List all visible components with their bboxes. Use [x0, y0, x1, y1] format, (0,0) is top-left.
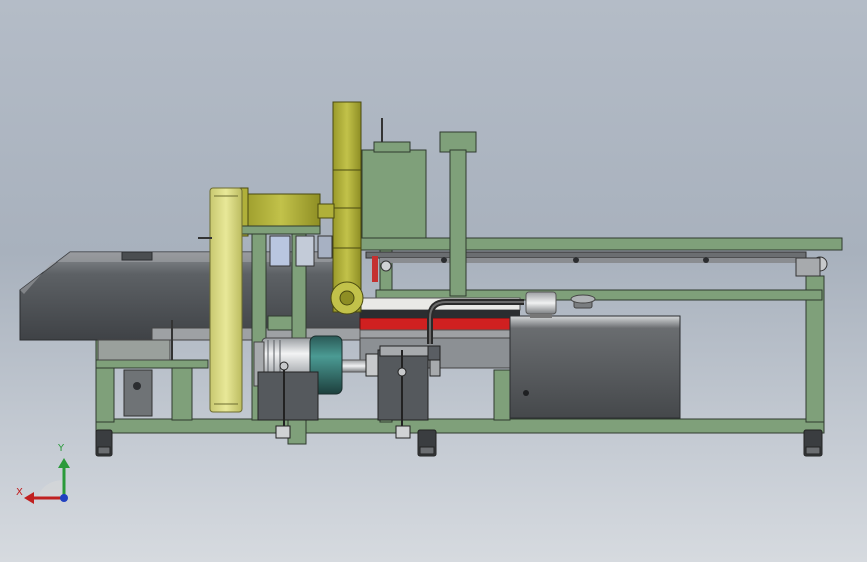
axis-x-arrow: [24, 492, 34, 504]
axis-y-arrow: [58, 458, 70, 468]
axis-y-label: Y: [58, 443, 65, 454]
upper-conveyor-beam: [359, 237, 843, 251]
axis-z-dot: [60, 494, 68, 502]
column-assembly: [361, 118, 477, 297]
cad-viewport[interactable]: Y X: [0, 0, 867, 562]
machine-assembly-drawing: [19, 101, 843, 504]
axis-x-label: X: [16, 487, 23, 498]
olive-belt-column: [330, 101, 364, 315]
axis-triad-icon: [24, 458, 70, 504]
base-rail: [95, 418, 825, 434]
upper-conveyor: [365, 251, 828, 282]
casters: [95, 429, 823, 457]
